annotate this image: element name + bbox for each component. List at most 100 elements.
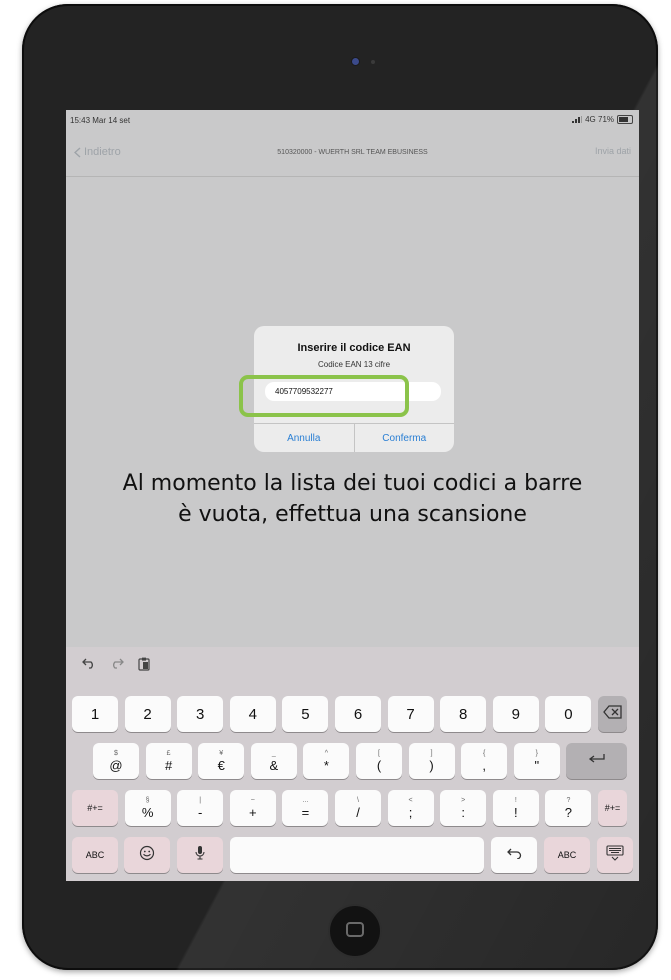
- key-0[interactable]: 0: [545, 696, 592, 732]
- cancel-button[interactable]: Annulla: [254, 424, 354, 452]
- screen: 15:43 Mar 14 set 4G 71% Indietro 5103200…: [66, 110, 639, 881]
- key-primary: ?: [564, 804, 572, 820]
- key-primary: ;: [408, 804, 413, 820]
- empty-message-line2: è vuota, effettua una scansione: [178, 502, 527, 527]
- key-1[interactable]: 1: [72, 696, 118, 732]
- key-primary: !: [513, 804, 518, 820]
- abc-key-right[interactable]: ABC: [544, 837, 590, 873]
- key-symbol[interactable]: ~ +: [229, 790, 276, 826]
- key-secondary: ...: [302, 796, 309, 804]
- key-label: 0: [564, 705, 573, 723]
- symbols-key-left[interactable]: #+=: [72, 790, 118, 826]
- dialog-title: Inserire il codice EAN: [297, 342, 411, 354]
- dialog-buttons: Annulla Conferma: [254, 423, 454, 452]
- key-symbol[interactable]: >:: [440, 790, 487, 826]
- key-symbol[interactable]: $ @: [93, 743, 139, 779]
- key-secondary: ?: [566, 796, 571, 804]
- key-secondary: ~: [250, 796, 255, 804]
- key-secondary: <: [408, 796, 413, 804]
- key-secondary: $: [114, 749, 118, 757]
- key-label: ABC: [85, 850, 105, 860]
- backspace-icon: [602, 704, 623, 724]
- key-symbol[interactable]: §%: [124, 790, 171, 826]
- key-secondary: [: [378, 749, 380, 757]
- key-symbol[interactable]: \ /: [335, 790, 381, 826]
- key-8[interactable]: 8: [440, 696, 487, 732]
- key-5[interactable]: 5: [282, 696, 329, 732]
- home-button[interactable]: [330, 906, 380, 956]
- symbols-key-right[interactable]: #+=: [598, 790, 627, 826]
- dictation-key[interactable]: [177, 837, 223, 873]
- signal-icon: [572, 116, 583, 123]
- key-primary: %: [141, 804, 154, 820]
- emoji-key[interactable]: [124, 837, 170, 873]
- key-symbol[interactable]: [(: [356, 743, 402, 779]
- battery-icon: [617, 115, 633, 124]
- key-primary: &: [269, 757, 279, 773]
- navigation-bar: Indietro 510320000 - WUERTH SRL TEAM EBU…: [66, 130, 639, 177]
- key-symbol[interactable]: !!: [492, 790, 539, 826]
- key-label: 3: [196, 705, 205, 723]
- paste-icon[interactable]: [138, 657, 150, 671]
- key-label: 4: [248, 705, 257, 723]
- key-4[interactable]: 4: [229, 696, 276, 732]
- key-symbol[interactable]: ¥ €: [198, 743, 245, 779]
- key-secondary: >: [461, 796, 466, 804]
- key-secondary: \: [357, 796, 359, 804]
- key-primary: +: [249, 804, 257, 820]
- key-label: 8: [459, 705, 468, 723]
- space-key[interactable]: [230, 837, 484, 873]
- delete-key[interactable]: [598, 696, 627, 732]
- key-primary: ): [429, 757, 434, 773]
- key-symbol[interactable]: ??: [545, 790, 592, 826]
- key-symbol[interactable]: | -: [177, 790, 224, 826]
- confirm-button[interactable]: Conferma: [353, 424, 455, 452]
- key-primary: (: [376, 757, 382, 773]
- empty-list-message: Al momento la lista dei tuoi codici a ba…: [66, 468, 639, 530]
- key-6[interactable]: 6: [335, 696, 381, 732]
- key-symbol[interactable]: <;: [387, 790, 434, 826]
- key-label: 7: [406, 705, 415, 723]
- key-secondary: £: [166, 749, 171, 757]
- key-secondary: ^: [324, 749, 329, 757]
- return-key[interactable]: [566, 743, 627, 779]
- abc-key-left[interactable]: ABC: [72, 837, 118, 873]
- key-9[interactable]: 9: [492, 696, 539, 732]
- return-icon: [588, 752, 606, 770]
- key-2[interactable]: 2: [124, 696, 171, 732]
- key-symbol[interactable]: } ": [513, 743, 560, 779]
- key-primary: -: [198, 804, 203, 820]
- key-3[interactable]: 3: [177, 696, 224, 732]
- key-symbol[interactable]: ^ *: [303, 743, 350, 779]
- key-label: 2: [143, 705, 152, 723]
- key-primary: #: [164, 757, 173, 773]
- key-secondary: ¥: [219, 749, 224, 757]
- key-secondary: _: [271, 749, 276, 757]
- empty-message-line1: Al momento la lista dei tuoi codici a ba…: [122, 471, 583, 496]
- emoji-icon: [139, 845, 155, 866]
- input-highlight-frame: [239, 375, 409, 417]
- key-symbol[interactable]: {,: [461, 743, 508, 779]
- keyboard: 1 2 3 4 5 6 7 8 9 0 $ @ £ # ¥ € _ & ^ *[(]){,} " #+= §% | - ~ +...…: [66, 647, 639, 881]
- hide-keyboard-key[interactable]: [597, 837, 633, 873]
- key-label: 1: [90, 705, 100, 723]
- redo-icon[interactable]: [110, 657, 124, 669]
- key-symbol[interactable]: ]): [408, 743, 455, 779]
- key-symbol[interactable]: £ #: [145, 743, 192, 779]
- key-primary: @: [109, 757, 123, 773]
- status-bar: 15:43 Mar 14 set 4G 71%: [66, 110, 639, 130]
- key-label: 5: [301, 705, 310, 723]
- undo-icon[interactable]: [82, 657, 96, 669]
- key-symbol[interactable]: ... =: [282, 790, 329, 826]
- dialog-message: Codice EAN 13 cifre: [317, 360, 391, 369]
- key-label: 9: [511, 705, 520, 723]
- send-data-button[interactable]: Invia dati: [595, 146, 631, 156]
- key-secondary: §: [145, 796, 150, 804]
- home-square-icon: [346, 922, 364, 937]
- nav-title: 510320000 - WUERTH SRL TEAM EBUSINESS: [277, 149, 428, 156]
- key-7[interactable]: 7: [387, 696, 434, 732]
- microphone-icon: [194, 845, 206, 866]
- network-text: 4G 71%: [585, 115, 614, 124]
- undo-key[interactable]: [491, 837, 537, 873]
- key-symbol[interactable]: _ &: [250, 743, 297, 779]
